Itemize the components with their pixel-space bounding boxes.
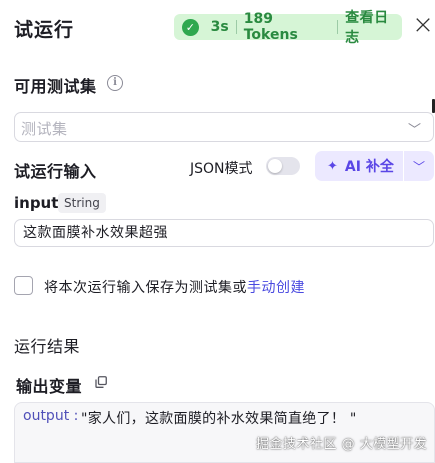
variable-type-badge: String (58, 193, 106, 213)
variable-value-input[interactable]: 这款面膜补水效果超强 (14, 219, 434, 247)
token-count: 189 Tokens (243, 11, 298, 43)
save-as-dataset-text: 将本次运行输入保存为测试集或手动创建 (44, 277, 305, 297)
sparkle-icon: ✦ (327, 158, 338, 174)
variable-name: input (14, 194, 59, 212)
ai-complete-label: AI 补全 (344, 159, 394, 175)
save-as-dataset-label: 将本次运行输入保存为测试集或 (44, 280, 247, 296)
panel-header: 试运行 ✓ 3s 189 Tokens 查看日志 × (0, 0, 435, 56)
run-duration: 3s (210, 19, 229, 35)
divider (235, 20, 237, 34)
json-mode-toggle[interactable] (266, 157, 300, 175)
run-input-label: 试运行输入 (14, 162, 97, 181)
ai-complete-button[interactable]: ✦ AI 补全 (315, 151, 403, 181)
info-icon[interactable]: i (107, 75, 123, 91)
result-section-title: 运行结果 (14, 337, 81, 356)
close-icon[interactable]: × (410, 12, 435, 40)
json-mode-label: JSON模式 (190, 161, 253, 177)
divider (337, 20, 339, 34)
page-title: 试运行 (14, 19, 75, 41)
chevron-down-icon: ﹀ (407, 123, 421, 138)
toggle-knob (268, 159, 282, 173)
dataset-select-placeholder: 测试集 (21, 120, 68, 138)
ai-options-chevron-icon[interactable]: ﹀ (404, 158, 434, 175)
manual-create-link[interactable]: 手动创建 (247, 280, 305, 296)
success-check-icon: ✓ (182, 18, 199, 36)
watermark: 掘金技术社区 @ 大模型开发 (256, 437, 428, 452)
view-log-link[interactable]: 查看日志 (345, 7, 402, 47)
output-key: output : (23, 408, 79, 424)
output-variables-title: 输出变量 (16, 377, 83, 396)
run-status-badge: ✓ 3s 189 Tokens 查看日志 (174, 10, 402, 46)
output-value: "家人们，这款面膜的补水效果简直绝了！ " (81, 411, 357, 427)
save-as-dataset-checkbox[interactable] (14, 276, 33, 295)
dataset-label: 可用测试集 (14, 77, 97, 96)
ai-complete-button-group: ✦ AI 补全 ﹀ (315, 151, 434, 181)
dataset-select[interactable]: 测试集 ﹀ (14, 112, 434, 142)
copy-icon[interactable] (95, 376, 107, 388)
